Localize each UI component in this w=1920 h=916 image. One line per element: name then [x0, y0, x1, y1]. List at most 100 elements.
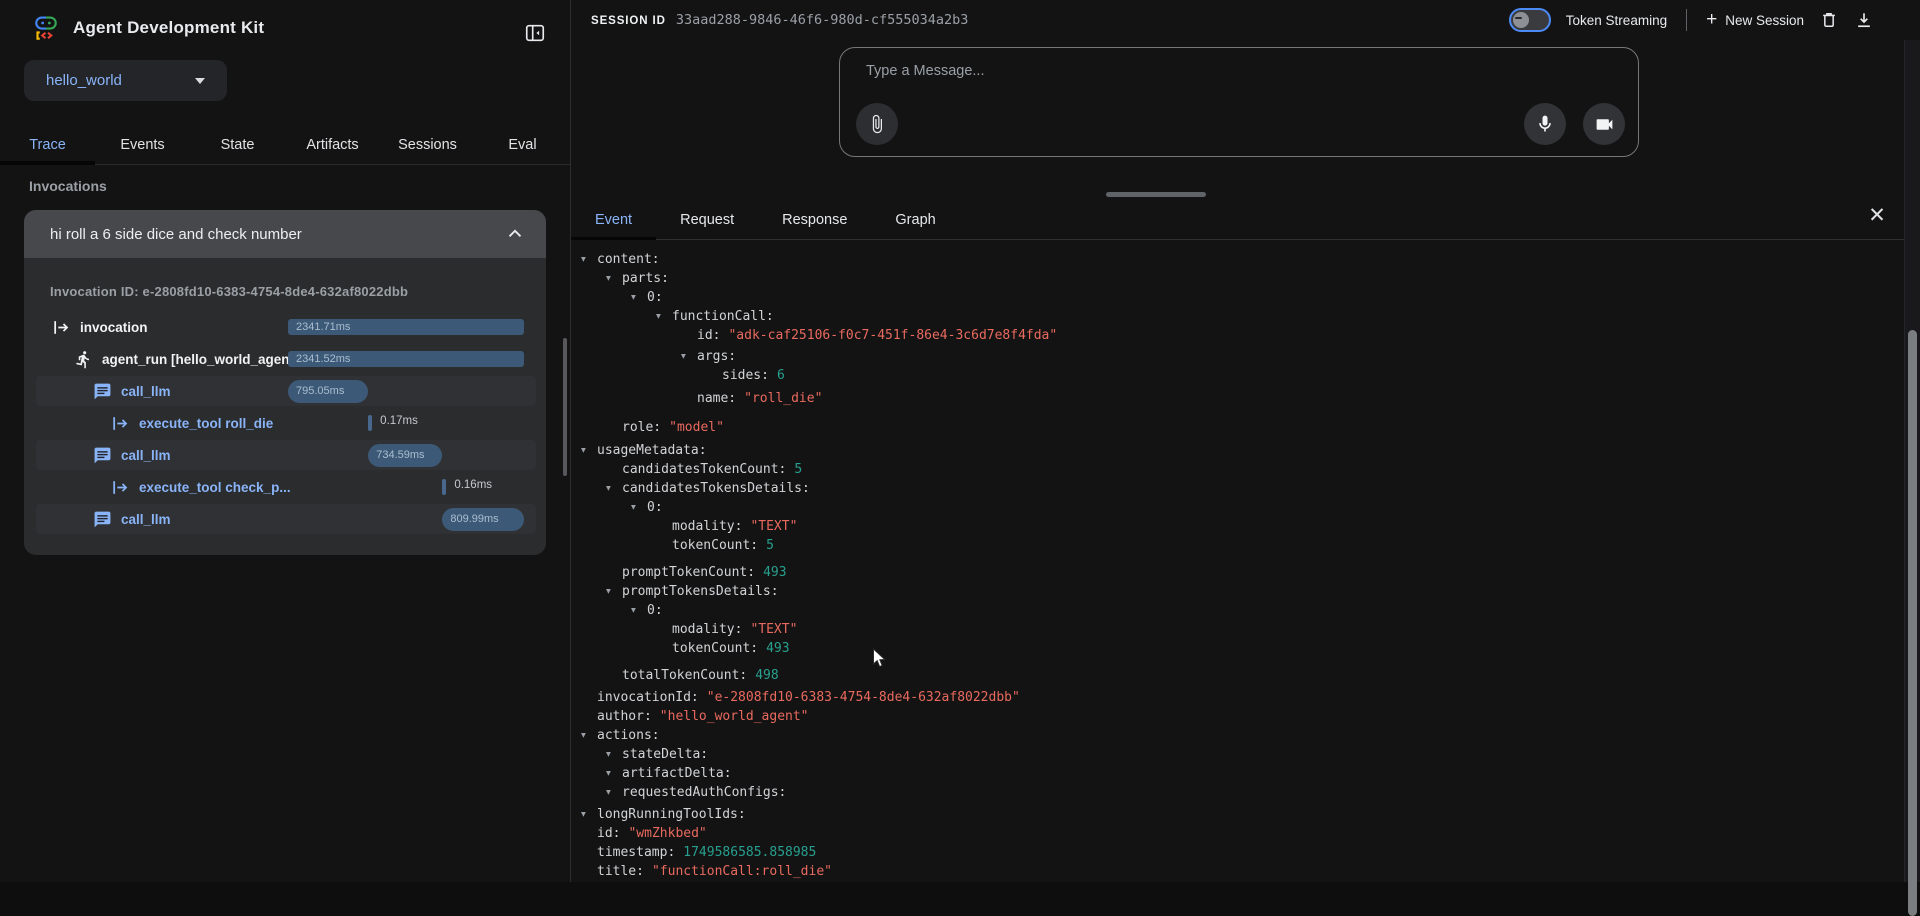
delete-session-icon[interactable]	[1819, 10, 1839, 30]
tree-line[interactable]: ▼stateDelta:	[571, 745, 1900, 764]
tree-key: 0:	[647, 603, 663, 618]
adk-logo-icon	[31, 13, 61, 43]
expand-arrow-icon[interactable]: ▼	[606, 582, 611, 601]
app-select-dropdown[interactable]: hello_world	[24, 60, 227, 101]
tree-line[interactable]: ▼usageMetadata:	[571, 441, 1900, 460]
expand-arrow-icon[interactable]: ▼	[631, 498, 636, 517]
tree-line[interactable]: ▼parts:	[571, 269, 1900, 288]
tree-line[interactable]: ▼ requestedAuthConfigs:	[571, 783, 1900, 802]
collapse-panel-icon[interactable]	[524, 22, 546, 44]
tree-line: tokenCount: 493	[571, 639, 1900, 658]
tree-key: totalTokenCount:	[622, 668, 747, 683]
session-id-value: 33aad288-9846-46f6-980d-cf555034a2b3	[676, 12, 969, 28]
new-session-button[interactable]: + New Session	[1706, 11, 1804, 30]
tree-line: tokenCount:5	[571, 536, 1900, 555]
tab-events[interactable]: Events	[95, 126, 190, 164]
tree-line[interactable]: ▼candidatesTokensDetails:	[571, 479, 1900, 498]
tree-value: "functionCall:roll_die"	[652, 864, 832, 879]
tree-key: invocationId:	[597, 690, 699, 705]
horizontal-scrollbar[interactable]	[1106, 192, 1206, 197]
trace-span-row[interactable]: agent_run [hello_world_agent]2341.52ms	[24, 343, 546, 375]
expand-arrow-icon[interactable]: ▼	[681, 347, 686, 366]
expand-arrow-icon[interactable]: ▼	[581, 250, 586, 269]
invocations-heading: Invocations	[29, 178, 107, 194]
tree-value: 498	[755, 668, 778, 683]
tree-key: timestamp:	[597, 845, 675, 860]
attach-file-button[interactable]	[856, 103, 898, 145]
tree-key: id:	[597, 826, 620, 841]
tree-line[interactable]: ▼content:	[571, 250, 1900, 269]
tree-line[interactable]: ▼artifactDelta:	[571, 764, 1900, 783]
expand-arrow-icon[interactable]: ▼	[581, 726, 586, 745]
trace-span-row[interactable]: execute_tool roll_die0.17ms	[24, 407, 546, 439]
tree-line[interactable]: ▼promptTokensDetails:	[571, 582, 1900, 601]
tree-key: tokenCount:	[672, 641, 758, 656]
tab-state[interactable]: State	[190, 126, 285, 164]
tree-value: "wmZhkbed"	[628, 826, 706, 841]
tree-line[interactable]: ▼actions:	[571, 726, 1900, 745]
expand-arrow-icon[interactable]: ▼	[606, 783, 611, 802]
tab-trace[interactable]: Trace	[0, 126, 95, 164]
detail-tab-graph[interactable]: Graph	[871, 200, 959, 239]
active-tab-indicator	[571, 237, 656, 240]
left-panel-scrollbar[interactable]	[563, 338, 567, 476]
tree-line[interactable]: ▼args:	[571, 347, 1900, 366]
invocation-card-header[interactable]: hi roll a 6 side dice and check number	[24, 210, 546, 258]
download-icon[interactable]	[1854, 10, 1874, 30]
chevron-down-icon	[195, 78, 205, 84]
expand-arrow-icon[interactable]: ▼	[606, 745, 611, 764]
detail-tab-request[interactable]: Request	[656, 200, 758, 239]
detail-tab-event[interactable]: Event	[571, 200, 656, 239]
new-session-label: New Session	[1725, 13, 1804, 28]
duration-label: 809.99ms	[450, 513, 498, 525]
tree-value: "TEXT"	[750, 622, 797, 637]
right-scrollbar-thumb[interactable]	[1908, 330, 1917, 916]
tree-line: promptTokenCount:493	[571, 563, 1900, 582]
tree-value: 493	[766, 641, 789, 656]
token-streaming-toggle[interactable]	[1509, 8, 1551, 32]
tab-sessions[interactable]: Sessions	[380, 126, 475, 164]
detail-tab-response[interactable]: Response	[758, 200, 871, 239]
session-top-bar: SESSION ID 33aad288-9846-46f6-980d-cf555…	[571, 0, 1920, 40]
tree-line[interactable]: ▼functionCall:	[571, 307, 1900, 326]
tree-key: candidatesTokenCount:	[622, 462, 786, 477]
tree-value: 5	[794, 462, 802, 477]
message-input-box[interactable]: Type a Message...	[839, 47, 1639, 157]
tree-line[interactable]: ▼ 0:	[571, 601, 1900, 620]
tree-line[interactable]: ▼0:	[571, 288, 1900, 307]
chevron-up-icon[interactable]	[504, 223, 526, 245]
expand-arrow-icon[interactable]: ▼	[581, 805, 586, 824]
app-title: Agent Development Kit	[73, 18, 264, 38]
divider	[1686, 9, 1687, 31]
video-button[interactable]	[1583, 103, 1625, 145]
step-into-icon	[51, 317, 71, 337]
trace-span-row[interactable]: invocation2341.71ms	[24, 311, 546, 343]
tree-key: id:	[697, 328, 720, 343]
trace-span-row[interactable]: call_llm734.59ms	[24, 439, 546, 471]
tab-artifacts[interactable]: Artifacts	[285, 126, 380, 164]
expand-arrow-icon[interactable]: ▼	[581, 441, 586, 460]
trace-span-row[interactable]: call_llm795.05ms	[24, 375, 546, 407]
tree-key: requestedAuthConfigs:	[622, 785, 786, 800]
tree-line[interactable]: ▼ longRunningToolIds:	[571, 805, 1900, 824]
expand-arrow-icon[interactable]: ▼	[631, 288, 636, 307]
expand-arrow-icon[interactable]: ▼	[606, 269, 611, 288]
microphone-button[interactable]	[1524, 103, 1566, 145]
expand-arrow-icon[interactable]: ▼	[606, 764, 611, 783]
right-panel: SESSION ID 33aad288-9846-46f6-980d-cf555…	[570, 0, 1920, 882]
duration-bar: 2341.52ms	[288, 351, 524, 367]
expand-arrow-icon[interactable]: ▼	[656, 307, 661, 326]
tree-key: name:	[697, 391, 736, 406]
tree-key: author:	[597, 709, 652, 724]
trace-span-row[interactable]: execute_tool check_p...0.16ms	[24, 471, 546, 503]
expand-arrow-icon[interactable]: ▼	[606, 479, 611, 498]
close-icon[interactable]: ✕	[1864, 202, 1890, 228]
span-name: execute_tool check_p...	[139, 480, 291, 495]
expand-arrow-icon[interactable]: ▼	[631, 601, 636, 620]
trace-span-row[interactable]: call_llm809.99ms	[24, 503, 546, 535]
message-placeholder[interactable]: Type a Message...	[866, 63, 984, 79]
tree-key: tokenCount:	[672, 538, 758, 553]
tab-eval[interactable]: Eval	[475, 126, 570, 164]
tree-key: longRunningToolIds:	[597, 807, 746, 822]
tree-line[interactable]: ▼0:	[571, 498, 1900, 517]
